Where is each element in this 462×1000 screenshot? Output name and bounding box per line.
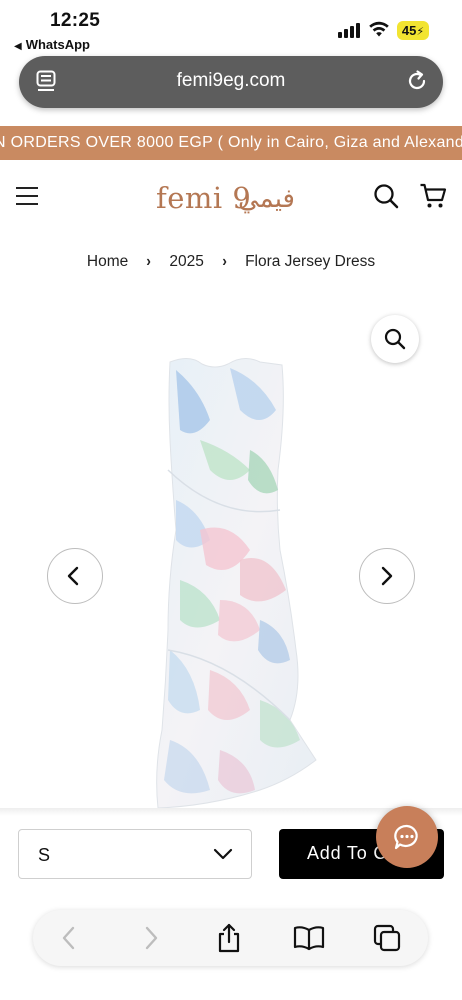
back-icon[interactable] [59,924,79,952]
status-bar: 12:25 ◀ WhatsApp 45⚡ [0,0,462,56]
zoom-icon [384,328,406,350]
reload-icon[interactable] [405,69,429,93]
product-image[interactable] [140,350,320,812]
back-app-label: WhatsApp [25,37,90,52]
charging-bolt-icon: ⚡ [416,26,425,38]
chat-icon [394,824,418,850]
tabs-icon[interactable] [373,924,403,952]
battery-level: 45 [401,23,417,38]
back-to-app-link[interactable]: ◀ WhatsApp [14,37,90,52]
browser-toolbar [33,910,428,966]
site-logo[interactable]: femi 9 فيمي [130,175,330,219]
breadcrumb-category[interactable]: 2025 [169,253,203,270]
promo-banner: N ORDERS OVER 8000 EGP ( Only in Cairo, … [0,126,462,160]
breadcrumb: Home › 2025 › Flora Jersey Dress [0,253,462,271]
breadcrumb-current: Flora Jersey Dress [245,253,376,270]
previous-image-button[interactable] [47,548,103,604]
chevron-left-icon [67,566,79,586]
chat-button[interactable] [376,806,438,868]
battery-indicator: 45⚡ [397,21,429,40]
promo-text: N ORDERS OVER 8000 EGP ( Only in Cairo, … [0,134,462,151]
back-triangle-icon: ◀ [14,41,22,52]
address-bar[interactable]: femi9eg.com [19,56,443,108]
logo-arabic: فيمي [238,183,295,213]
menu-icon[interactable] [16,187,38,205]
cellular-signal-icon [338,22,362,38]
url-text[interactable]: femi9eg.com [19,70,443,92]
cart-icon[interactable] [419,182,447,210]
bookmarks-icon[interactable] [293,925,325,951]
size-select[interactable]: S [18,829,252,879]
breadcrumb-separator: › [146,253,152,270]
chevron-down-icon [213,848,233,860]
next-image-button[interactable] [359,548,415,604]
breadcrumb-separator: › [222,253,227,270]
wifi-icon [369,21,389,37]
breadcrumb-home[interactable]: Home [87,253,128,270]
search-icon[interactable] [373,183,399,209]
status-time: 12:25 [50,10,101,31]
chevron-right-icon [381,566,393,586]
share-icon[interactable] [216,922,242,954]
zoom-button[interactable] [371,315,419,363]
forward-icon[interactable] [141,924,161,952]
size-select-value: S [38,845,51,865]
